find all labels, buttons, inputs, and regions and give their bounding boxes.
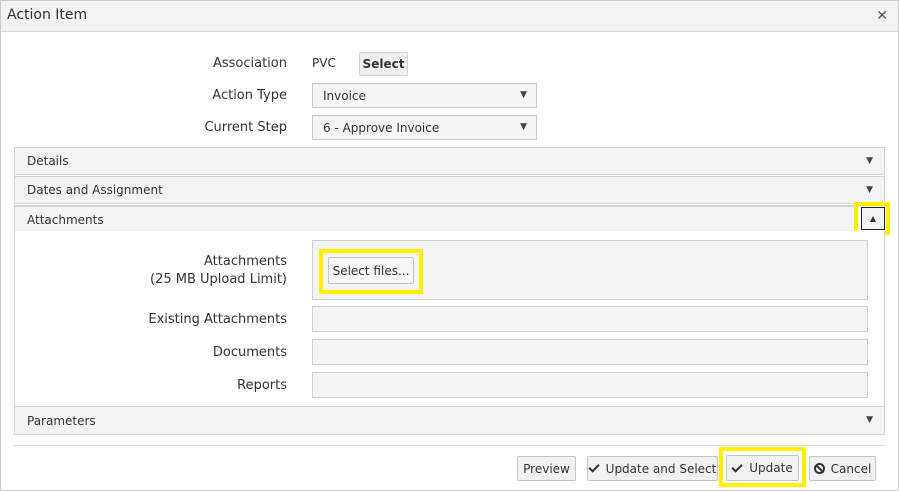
attachments-label: Attachments xyxy=(204,254,287,269)
upload-limit-label: (25 MB Upload Limit) xyxy=(150,272,287,287)
caret-down-icon: ▼ xyxy=(866,156,873,166)
action-type-value: Invoice xyxy=(323,88,366,103)
panel-dates-header[interactable]: Dates and Assignment ▼ xyxy=(14,176,885,204)
panel-parameters-header[interactable]: Parameters ▼ xyxy=(14,406,885,435)
reports-field xyxy=(312,372,868,398)
footer-divider xyxy=(14,445,885,446)
close-icon[interactable]: ✕ xyxy=(876,8,888,24)
caret-down-icon: ▼ xyxy=(866,415,873,425)
existing-attachments-field xyxy=(312,306,868,332)
association-select-button[interactable]: Select xyxy=(359,52,408,76)
cancel-icon xyxy=(813,463,825,474)
caret-down-icon: ▼ xyxy=(520,90,527,100)
association-value: PVC xyxy=(312,56,336,70)
dialog-title: Action Item xyxy=(7,7,88,23)
update-and-select-label: Update and Select xyxy=(605,461,717,476)
reports-label: Reports xyxy=(237,378,287,393)
update-and-select-button[interactable]: Update and Select xyxy=(587,456,718,481)
panel-attachments-title: Attachments xyxy=(27,212,104,227)
select-files-button[interactable]: Select files... xyxy=(328,257,414,284)
panel-parameters-title: Parameters xyxy=(27,413,96,428)
caret-down-icon: ▼ xyxy=(520,122,527,132)
action-type-dropdown[interactable]: Invoice ▼ xyxy=(312,83,537,108)
update-button[interactable]: Update xyxy=(726,455,799,481)
existing-attachments-label: Existing Attachments xyxy=(148,312,287,327)
association-label: Association xyxy=(212,56,287,71)
current-step-label: Current Step xyxy=(204,120,287,135)
action-type-label: Action Type xyxy=(212,88,287,103)
panel-dates-title: Dates and Assignment xyxy=(27,183,163,197)
check-icon xyxy=(587,461,600,473)
panel-details-title: Details xyxy=(27,154,69,168)
cancel-button[interactable]: Cancel xyxy=(809,456,876,481)
caret-up-icon[interactable]: ▲ xyxy=(861,207,885,230)
dialog-titlebar: Action Item ✕ xyxy=(1,1,898,32)
current-step-value: 6 - Approve Invoice xyxy=(323,120,440,135)
preview-button[interactable]: Preview xyxy=(517,456,576,481)
cancel-label: Cancel xyxy=(830,461,872,476)
update-label: Update xyxy=(749,461,793,475)
documents-label: Documents xyxy=(212,345,287,360)
action-item-dialog: Action Item ✕ Association PVC Select Act… xyxy=(0,0,899,491)
check-icon xyxy=(731,460,743,473)
caret-down-icon: ▼ xyxy=(866,185,873,195)
panel-details-header[interactable]: Details ▼ xyxy=(14,147,885,175)
current-step-dropdown[interactable]: 6 - Approve Invoice ▼ xyxy=(312,115,537,140)
panel-attachments-header[interactable]: Attachments xyxy=(14,205,885,233)
documents-field xyxy=(312,339,868,365)
